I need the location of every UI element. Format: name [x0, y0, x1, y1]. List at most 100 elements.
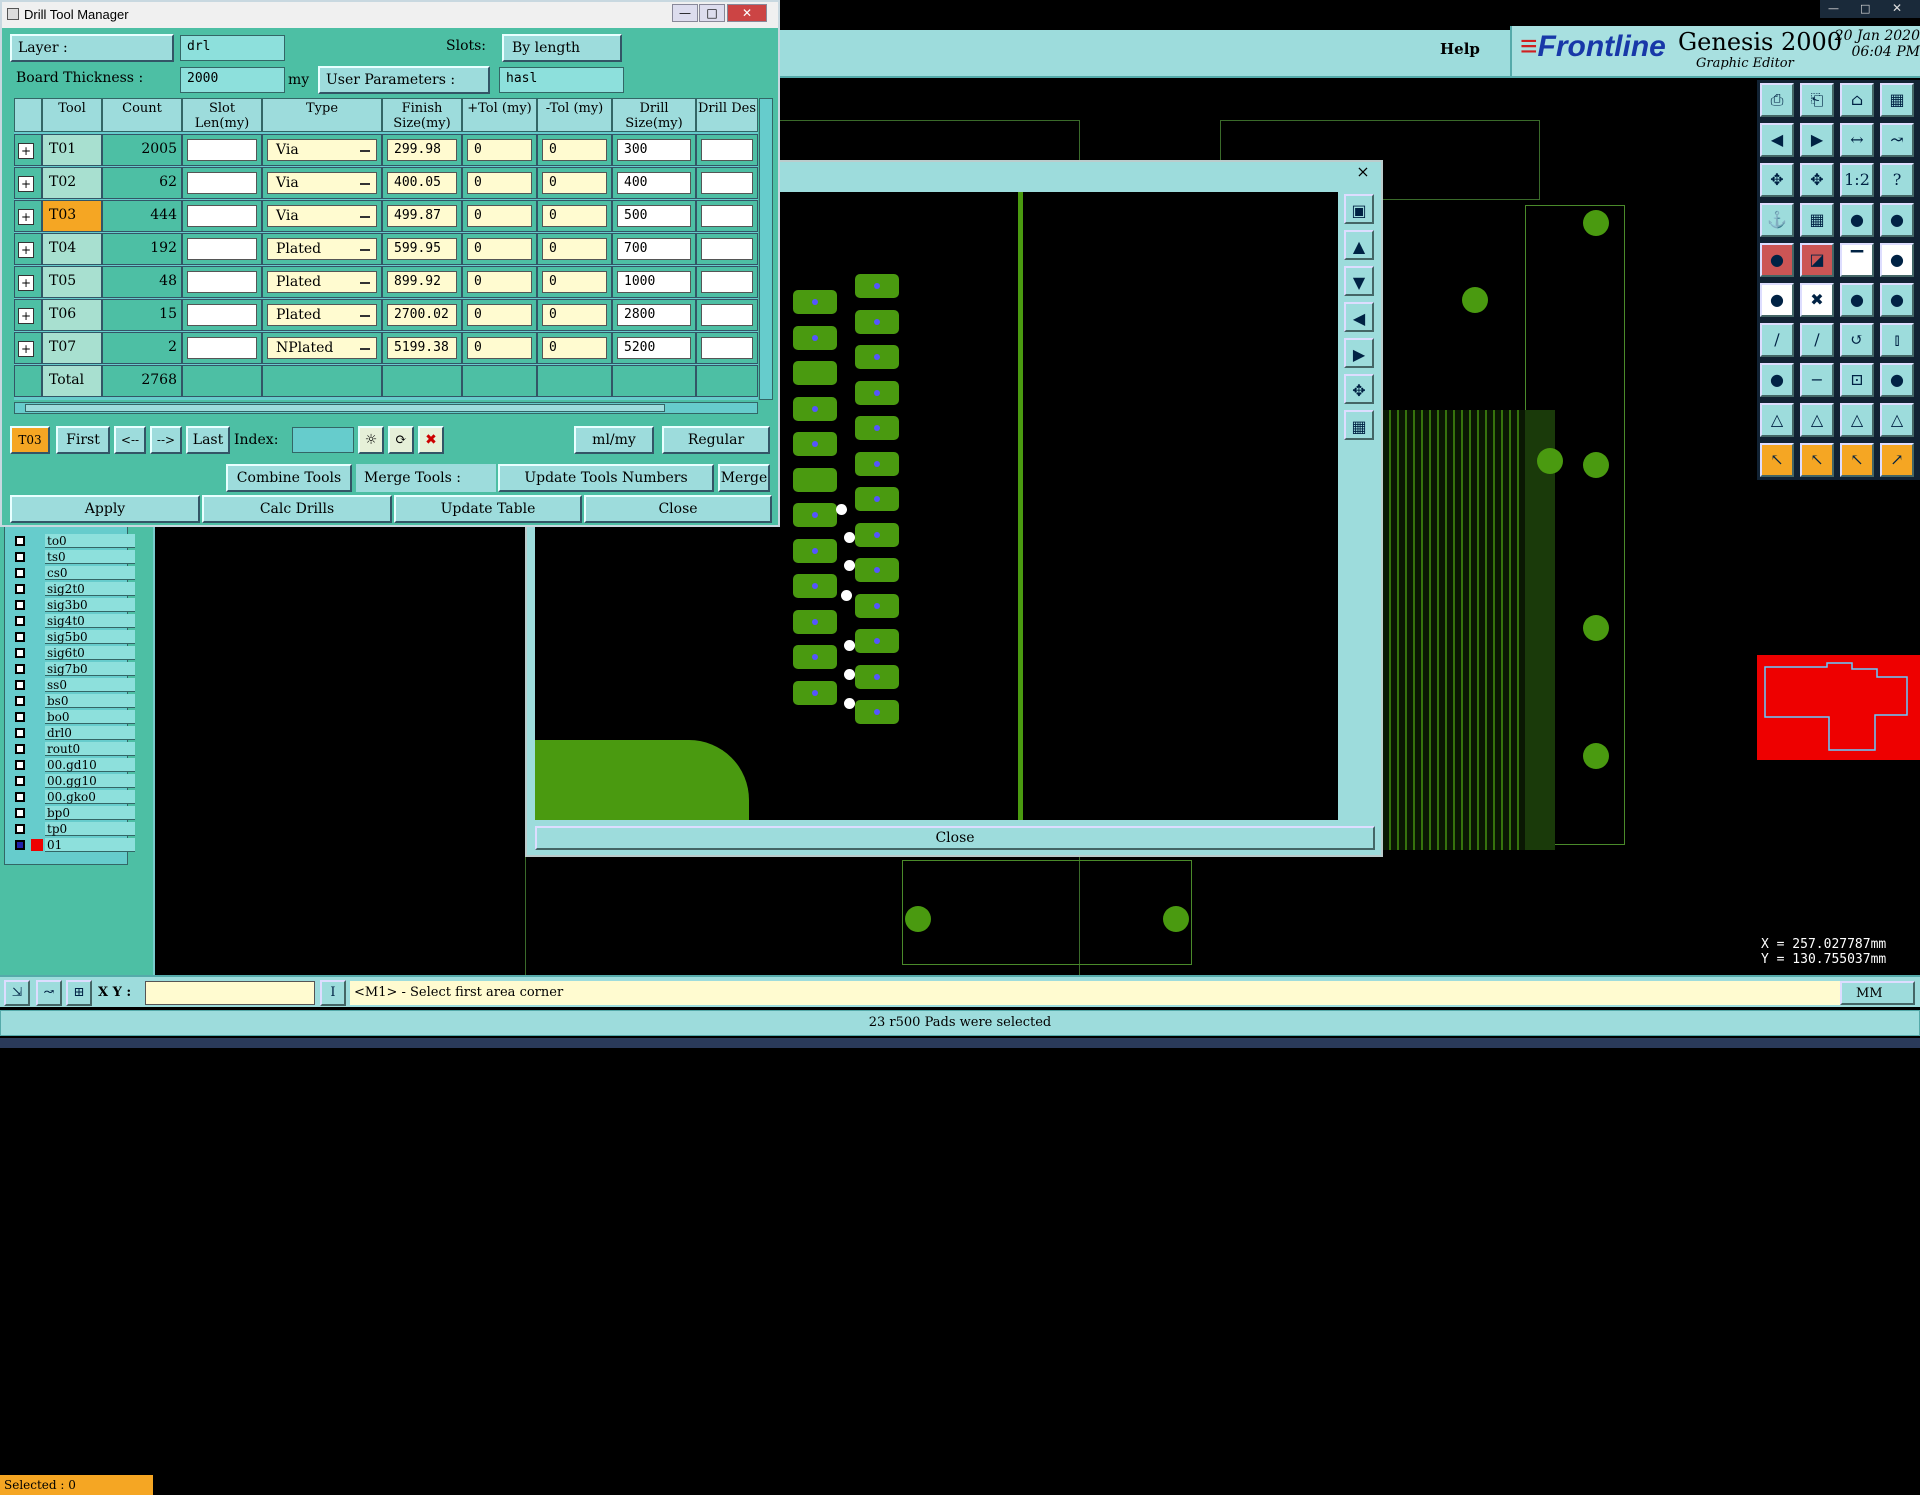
zoom-close-button[interactable]: Close: [535, 826, 1375, 850]
units-select[interactable]: ml/my: [574, 426, 654, 454]
layer-row[interactable]: sig7b0: [13, 662, 135, 677]
layer-row[interactable]: sig6t0: [13, 646, 135, 661]
toolbar-tool-icon[interactable]: ▦: [1880, 83, 1914, 117]
mode-select[interactable]: Regular: [662, 426, 770, 454]
slot-len-input[interactable]: [187, 139, 257, 161]
layer-row[interactable]: ss0: [13, 678, 135, 693]
slot-len-input[interactable]: [187, 304, 257, 326]
layer-checkbox[interactable]: [15, 568, 25, 578]
expand-icon[interactable]: +: [18, 341, 34, 357]
minus-tol-input[interactable]: 0: [542, 337, 607, 359]
expand-icon[interactable]: +: [18, 143, 34, 159]
layer-row[interactable]: 00.gko0: [13, 790, 135, 805]
layer-row[interactable]: cs0: [13, 566, 135, 581]
toolbar-tool-icon[interactable]: ●: [1880, 203, 1914, 237]
layer-checkbox[interactable]: [15, 776, 25, 786]
expand-icon[interactable]: +: [18, 308, 34, 324]
layer-checkbox[interactable]: [15, 760, 25, 770]
layer-row[interactable]: rout0: [13, 742, 135, 757]
layer-row[interactable]: 01: [13, 838, 135, 853]
drill-des-input[interactable]: [701, 337, 753, 359]
grid-tool-icon[interactable]: ⊞: [66, 980, 92, 1006]
tool-cell[interactable]: T06: [42, 299, 102, 331]
layer-row[interactable]: bs0: [13, 694, 135, 709]
type-select[interactable]: Via: [267, 172, 377, 194]
close-button[interactable]: Close: [584, 495, 772, 523]
toolbar-tool-icon[interactable]: △: [1880, 403, 1914, 437]
layer-checkbox[interactable]: [15, 616, 25, 626]
tool-cell[interactable]: T04: [42, 233, 102, 265]
toolbar-tool-icon[interactable]: ⊡: [1840, 363, 1874, 397]
last-button[interactable]: Last: [186, 426, 230, 454]
toolbar-tool-icon[interactable]: ●: [1840, 283, 1874, 317]
row-expander[interactable]: +: [14, 167, 42, 199]
toolbar-tool-icon[interactable]: △: [1800, 403, 1834, 437]
minus-tol-input[interactable]: 0: [542, 172, 607, 194]
plus-tol-input[interactable]: 0: [467, 271, 532, 293]
first-button[interactable]: First: [56, 426, 110, 454]
thickness-input[interactable]: 2000: [180, 67, 285, 93]
layer-row[interactable]: bp0: [13, 806, 135, 821]
zoom-tool-icon[interactable]: ▦: [1344, 410, 1374, 440]
layer-row[interactable]: bo0: [13, 710, 135, 725]
table-vscrollbar[interactable]: [759, 98, 773, 400]
zoom-tool-icon[interactable]: ▣: [1344, 194, 1374, 224]
finish-size-input[interactable]: 299.98: [387, 139, 457, 161]
layer-row[interactable]: drl0: [13, 726, 135, 741]
zoom-tool-icon[interactable]: ▼: [1344, 266, 1374, 296]
layer-checkbox[interactable]: [15, 824, 25, 834]
toolbar-tool-icon[interactable]: ∕: [1760, 323, 1794, 357]
drill-des-input[interactable]: [701, 271, 753, 293]
toolbar-tool-icon[interactable]: ▦: [1800, 203, 1834, 237]
combine-tools-button[interactable]: Combine Tools: [226, 464, 352, 492]
toolbar-tool-icon[interactable]: ●: [1880, 363, 1914, 397]
measure-tool-icon[interactable]: ↝: [36, 980, 62, 1006]
board-preview[interactable]: [1757, 655, 1920, 760]
zoom-tool-icon[interactable]: ✥: [1344, 374, 1374, 404]
toolbar-tool-icon[interactable]: 1:2: [1840, 163, 1874, 197]
apply-button[interactable]: Apply: [10, 495, 200, 523]
layer-checkbox[interactable]: [15, 792, 25, 802]
update-table-button[interactable]: Update Table: [394, 495, 582, 523]
plus-tol-input[interactable]: 0: [467, 139, 532, 161]
type-select[interactable]: Via: [267, 205, 377, 227]
drill-size-input[interactable]: 1000: [617, 271, 691, 293]
calc-drills-button[interactable]: Calc Drills: [202, 495, 392, 523]
drill-des-input[interactable]: [701, 238, 753, 260]
plus-tol-input[interactable]: 0: [467, 172, 532, 194]
toolbar-tool-icon[interactable]: △: [1840, 403, 1874, 437]
layer-checkbox[interactable]: [15, 728, 25, 738]
tool-cell[interactable]: T05: [42, 266, 102, 298]
plus-tol-input[interactable]: 0: [467, 337, 532, 359]
layer-checkbox[interactable]: [15, 840, 25, 850]
dialog-maximize-icon[interactable]: □: [699, 4, 725, 22]
toolbar-tool-icon[interactable]: ⫾: [1880, 323, 1914, 357]
user-params-input[interactable]: hasl: [499, 67, 624, 93]
toolbar-tool-icon[interactable]: ●: [1760, 283, 1794, 317]
minus-tol-input[interactable]: 0: [542, 205, 607, 227]
toolbar-tool-icon[interactable]: ⚓: [1760, 203, 1794, 237]
toolbar-tool-icon[interactable]: ▶: [1800, 123, 1834, 157]
slot-len-input[interactable]: [187, 337, 257, 359]
row-expander[interactable]: +: [14, 332, 42, 364]
help-button[interactable]: Help: [1440, 40, 1480, 58]
layer-checkbox[interactable]: [15, 664, 25, 674]
plus-tol-input[interactable]: 0: [467, 238, 532, 260]
units-select[interactable]: MM: [1840, 981, 1915, 1005]
layer-checkbox[interactable]: [15, 552, 25, 562]
layer-checkbox[interactable]: [15, 600, 25, 610]
row-expander[interactable]: +: [14, 299, 42, 331]
select-tool-icon[interactable]: ⇲: [4, 980, 30, 1006]
slot-len-input[interactable]: [187, 271, 257, 293]
toolbar-tool-icon[interactable]: ●: [1880, 243, 1914, 277]
layer-row[interactable]: tp0: [13, 822, 135, 837]
toolbar-tool-icon[interactable]: ●: [1760, 243, 1794, 277]
merge-button[interactable]: Merge: [718, 464, 770, 492]
row-expander[interactable]: +: [14, 266, 42, 298]
toolbar-tool-icon[interactable]: ⌂: [1840, 83, 1874, 117]
type-select[interactable]: Plated: [267, 271, 377, 293]
drill-size-input[interactable]: 300: [617, 139, 691, 161]
drill-size-input[interactable]: 2800: [617, 304, 691, 326]
type-select[interactable]: Via: [267, 139, 377, 161]
toolbar-tool-icon[interactable]: ⎙: [1760, 83, 1794, 117]
